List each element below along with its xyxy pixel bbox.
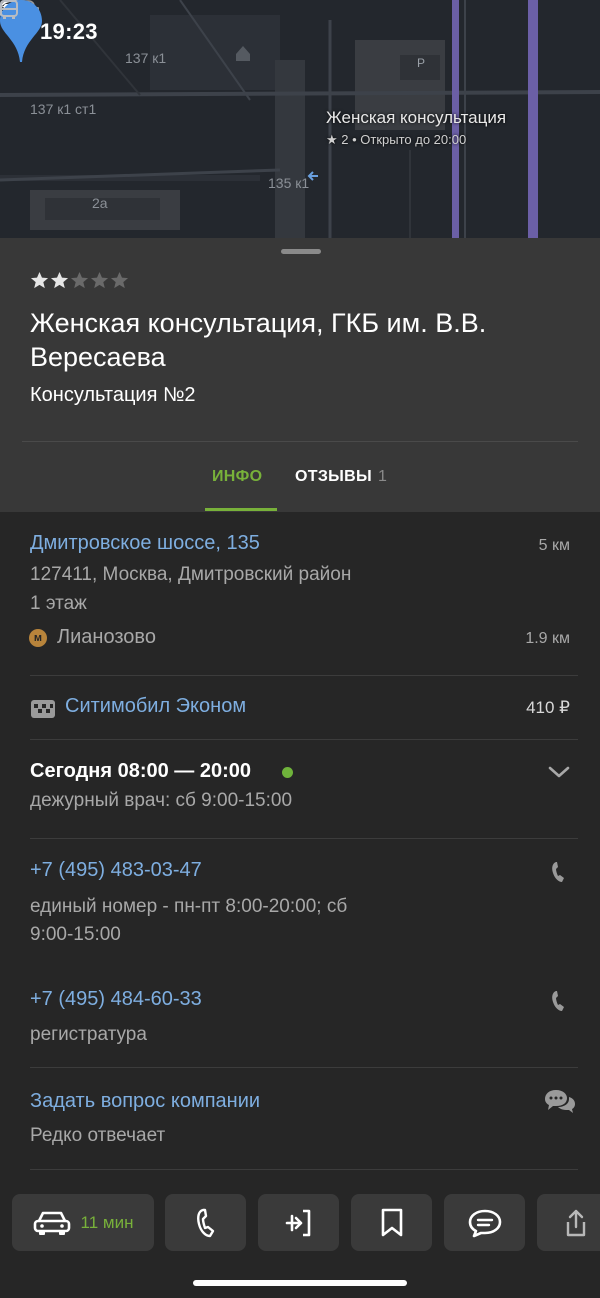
- place-subtitle: Консультация №2: [30, 384, 196, 406]
- status-bar: 19:23: [0, 0, 600, 60]
- route-button[interactable]: 11 мин: [12, 1194, 154, 1251]
- chat-icon: [468, 1209, 501, 1237]
- star-empty-icon: [70, 271, 89, 289]
- map-label: 137 к1 ст1: [30, 101, 97, 117]
- star-filled-icon: [30, 271, 49, 289]
- open-status-dot: [282, 767, 293, 778]
- metro-icon: м: [29, 629, 47, 647]
- divider: [30, 1067, 578, 1068]
- tab-info[interactable]: ИНФО: [212, 468, 262, 486]
- sheet-grabber[interactable]: [281, 249, 321, 254]
- ask-response-note: Редко отвечает: [30, 1125, 166, 1146]
- bookmark-icon: [381, 1208, 402, 1236]
- star-filled-icon: [50, 271, 69, 289]
- phone-note: регистратура: [30, 1024, 147, 1045]
- place-title: Женская консультация, ГКБ им. В.В. Верес…: [30, 308, 487, 372]
- divider: [22, 441, 578, 442]
- phone-icon[interactable]: [550, 989, 568, 1013]
- bookmark-button[interactable]: [351, 1194, 432, 1251]
- taxi-link[interactable]: Ситимобил Эконом: [65, 695, 246, 718]
- divider: [30, 675, 578, 676]
- star-empty-icon: [90, 271, 109, 289]
- car-icon: [33, 1211, 70, 1235]
- chat-button[interactable]: [444, 1194, 525, 1251]
- bus-stop-icon: [0, 0, 18, 19]
- call-button[interactable]: [165, 1194, 246, 1251]
- address-floor: 1 этаж: [30, 593, 87, 614]
- status-time: 19:23: [40, 19, 98, 44]
- taxi-icon: [31, 700, 55, 718]
- enter-icon: [285, 1209, 310, 1236]
- divider: [30, 1169, 578, 1170]
- phone-note: 9:00-15:00: [30, 924, 121, 945]
- tab-reviews-label: ОТЗЫВЫ: [295, 468, 372, 485]
- phone-icon: [196, 1208, 214, 1237]
- divider: [30, 838, 578, 839]
- star-empty-icon: [110, 271, 129, 289]
- rating-stars: [30, 271, 129, 290]
- hours-today[interactable]: Сегодня 08:00 — 20:00: [30, 760, 251, 783]
- address-distance: 5 км: [538, 537, 570, 554]
- map-view[interactable]: 137 к1 137 к1 ст1 135 к1 2а P 19:23 Женс…: [0, 0, 600, 238]
- tab-reviews-count: 1: [377, 468, 388, 485]
- home-indicator[interactable]: [193, 1280, 407, 1286]
- tab-reviews[interactable]: ОТЗЫВЫ 1: [295, 468, 387, 486]
- phone-note: единый номер - пн-пт 8:00-20:00; сб: [30, 896, 348, 917]
- bottom-action-bar: 11 мин: [0, 1182, 600, 1298]
- tab-active-indicator: [205, 508, 277, 511]
- metro-station[interactable]: Лианозово: [57, 626, 156, 649]
- metro-distance: 1.9 км: [525, 630, 570, 647]
- address-link[interactable]: Дмитровское шоссе, 135: [30, 532, 260, 555]
- taxi-price: 410 ₽: [526, 698, 570, 717]
- hours-note: дежурный врач: сб 9:00-15:00: [30, 790, 293, 811]
- entrance-button[interactable]: [258, 1194, 339, 1251]
- divider: [30, 739, 578, 740]
- phone-link[interactable]: +7 (495) 483-03-47: [30, 859, 202, 882]
- map-label: 135 к1: [268, 175, 310, 191]
- pin-subtitle: ★ 2 • Открыто до 20:00: [326, 132, 467, 147]
- share-button[interactable]: [537, 1194, 600, 1251]
- address-details: 127411, Москва, Дмитровский район: [30, 564, 352, 585]
- phone-link[interactable]: +7 (495) 484-60-33: [30, 988, 202, 1011]
- pin-title: Женская консультация: [326, 108, 507, 127]
- ask-company-link[interactable]: Задать вопрос компании: [30, 1090, 260, 1113]
- share-icon: [566, 1209, 586, 1236]
- phone-icon[interactable]: [550, 860, 568, 884]
- chat-bubbles-icon[interactable]: [544, 1088, 576, 1116]
- map-label: 2а: [92, 195, 108, 211]
- route-time: 11 мин: [80, 1212, 134, 1232]
- chevron-down-icon[interactable]: [548, 765, 570, 779]
- place-card-header: Женская консультация, ГКБ им. В.В. Верес…: [0, 238, 600, 512]
